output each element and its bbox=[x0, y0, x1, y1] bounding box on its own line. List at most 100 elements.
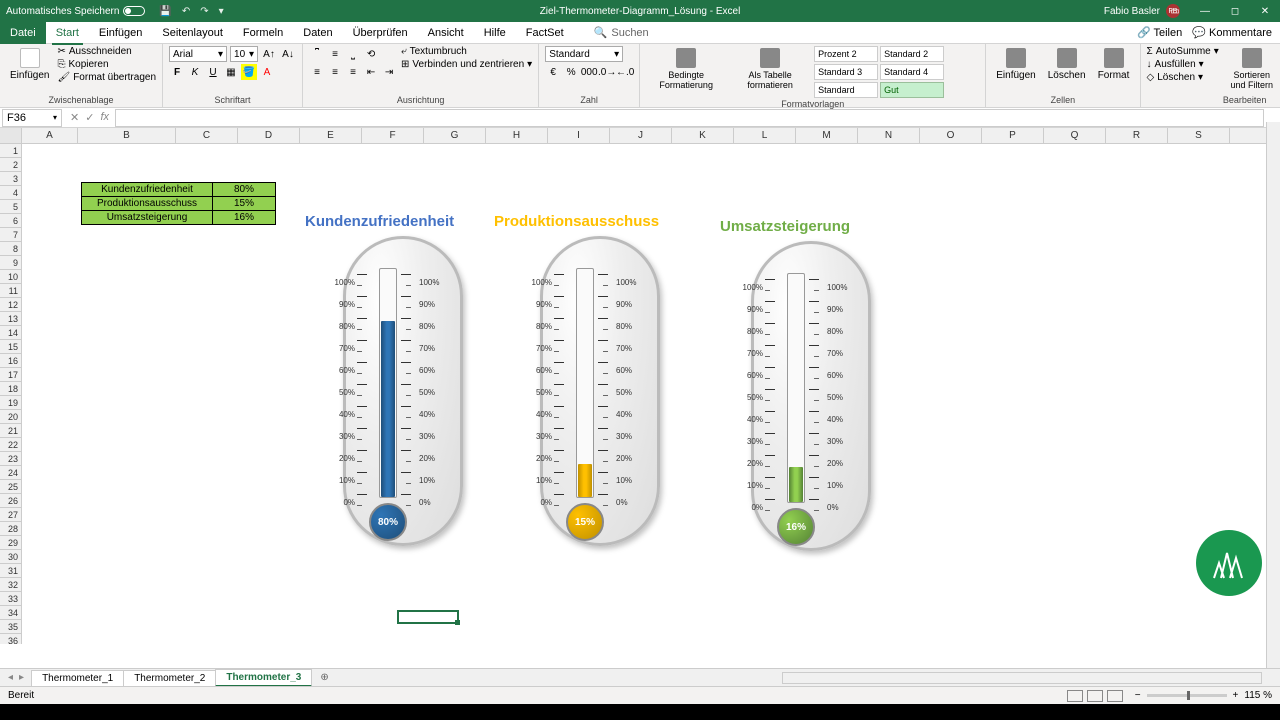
zoom-in-icon[interactable]: + bbox=[1233, 690, 1239, 701]
zoom-level[interactable]: 115 % bbox=[1244, 690, 1272, 701]
table-cell[interactable]: Produktionsausschuss bbox=[82, 197, 213, 211]
style-percent2[interactable]: Prozent 2 bbox=[814, 46, 878, 62]
paste-button[interactable]: Einfügen bbox=[6, 46, 53, 83]
row-header[interactable]: 7 bbox=[0, 228, 22, 242]
horizontal-scrollbar[interactable] bbox=[337, 672, 1280, 684]
cut-button[interactable]: ✂ Ausschneiden bbox=[57, 46, 156, 57]
row-header[interactable]: 22 bbox=[0, 438, 22, 452]
row-header[interactable]: 6 bbox=[0, 214, 22, 228]
style-standard[interactable]: Standard bbox=[814, 82, 878, 98]
tab-help[interactable]: Hilfe bbox=[474, 22, 516, 44]
column-header[interactable]: N bbox=[858, 128, 920, 143]
tab-insert[interactable]: Einfügen bbox=[89, 22, 152, 44]
bold-button[interactable]: F bbox=[169, 64, 185, 80]
column-header[interactable]: D bbox=[238, 128, 300, 143]
cell-styles-gallery[interactable]: Prozent 2 Standard 2 Standard 3 Standard… bbox=[814, 46, 979, 98]
align-left-icon[interactable]: ≡ bbox=[309, 64, 325, 80]
undo-icon[interactable]: ↶ bbox=[182, 6, 190, 17]
cond-format-button[interactable]: Bedingte Formatierung bbox=[646, 46, 726, 92]
formula-input[interactable] bbox=[115, 109, 1264, 127]
row-header[interactable]: 3 bbox=[0, 172, 22, 186]
column-header[interactable]: G bbox=[424, 128, 486, 143]
align-top-icon[interactable]: ⎴ bbox=[309, 46, 325, 62]
column-header[interactable]: F bbox=[362, 128, 424, 143]
font-size-select[interactable]: 10▾ bbox=[230, 46, 258, 62]
underline-button[interactable]: U bbox=[205, 64, 221, 80]
row-header[interactable]: 10 bbox=[0, 270, 22, 284]
indent-inc-icon[interactable]: ⇥ bbox=[381, 64, 397, 80]
row-header[interactable]: 8 bbox=[0, 242, 22, 256]
style-standard4[interactable]: Standard 4 bbox=[880, 64, 944, 80]
cancel-formula-icon[interactable]: ✕ bbox=[70, 111, 79, 124]
number-format-select[interactable]: Standard▾ bbox=[545, 46, 623, 62]
wrap-text-button[interactable]: ⤶ Textumbruch bbox=[401, 46, 532, 57]
sheet-tab-active[interactable]: Thermometer_3 bbox=[215, 669, 312, 687]
font-color-button[interactable]: A bbox=[259, 64, 275, 80]
row-header[interactable]: 18 bbox=[0, 382, 22, 396]
table-cell[interactable]: 15% bbox=[213, 197, 275, 211]
column-header[interactable]: B bbox=[78, 128, 176, 143]
tell-me-search[interactable]: 🔍 Suchen bbox=[594, 26, 649, 39]
align-middle-icon[interactable]: ≡ bbox=[327, 46, 343, 62]
column-header[interactable]: H bbox=[486, 128, 548, 143]
tab-factset[interactable]: FactSet bbox=[516, 22, 574, 44]
ribbon-options-icon[interactable]: ▭ bbox=[1160, 0, 1190, 22]
row-header[interactable]: 28 bbox=[0, 522, 22, 536]
format-cells-button[interactable]: Format bbox=[1094, 46, 1134, 83]
tab-file[interactable]: Datei bbox=[0, 22, 46, 44]
tab-review[interactable]: Überprüfen bbox=[343, 22, 418, 44]
zoom-out-icon[interactable]: − bbox=[1135, 690, 1141, 701]
row-header[interactable]: 33 bbox=[0, 592, 22, 606]
comma-icon[interactable]: 000 bbox=[581, 64, 597, 80]
row-header[interactable]: 12 bbox=[0, 298, 22, 312]
table-cell[interactable]: 16% bbox=[213, 211, 275, 224]
row-header[interactable]: 15 bbox=[0, 340, 22, 354]
row-header[interactable]: 24 bbox=[0, 466, 22, 480]
column-header[interactable]: E bbox=[300, 128, 362, 143]
column-header[interactable]: A bbox=[22, 128, 78, 143]
row-header[interactable]: 20 bbox=[0, 410, 22, 424]
sheet-tab[interactable]: Thermometer_1 bbox=[31, 670, 124, 686]
fx-icon[interactable]: fx bbox=[100, 111, 109, 124]
row-header[interactable]: 27 bbox=[0, 508, 22, 522]
minimize-icon[interactable]: — bbox=[1190, 0, 1220, 22]
insert-cells-button[interactable]: Einfügen bbox=[992, 46, 1039, 83]
share-button[interactable]: 🔗 Teilen bbox=[1137, 26, 1182, 39]
orientation-icon[interactable]: ⟲ bbox=[363, 46, 379, 62]
merge-button[interactable]: ⊞ Verbinden und zentrieren ▾ bbox=[401, 59, 532, 70]
column-header[interactable]: M bbox=[796, 128, 858, 143]
style-standard2[interactable]: Standard 2 bbox=[880, 46, 944, 62]
autosum-button[interactable]: Σ AutoSumme ▾ bbox=[1147, 46, 1219, 57]
row-header[interactable]: 23 bbox=[0, 452, 22, 466]
font-name-select[interactable]: Arial▾ bbox=[169, 46, 227, 62]
column-header[interactable]: L bbox=[734, 128, 796, 143]
sheet-nav-first-icon[interactable]: ◂ bbox=[8, 672, 13, 683]
tab-home[interactable]: Start bbox=[46, 22, 89, 44]
row-header[interactable]: 16 bbox=[0, 354, 22, 368]
worksheet-grid[interactable]: ABCDEFGHIJKLMNOPQRS 12345678910111213141… bbox=[0, 128, 1280, 644]
style-standard3[interactable]: Standard 3 bbox=[814, 64, 878, 80]
column-header[interactable]: J bbox=[610, 128, 672, 143]
copy-button[interactable]: ⎘ Kopieren bbox=[57, 59, 156, 70]
row-header[interactable]: 4 bbox=[0, 186, 22, 200]
row-header[interactable]: 13 bbox=[0, 312, 22, 326]
fill-color-button[interactable]: 🪣 bbox=[241, 64, 257, 80]
row-header[interactable]: 25 bbox=[0, 480, 22, 494]
align-bottom-icon[interactable]: ⎵ bbox=[345, 46, 361, 62]
column-header[interactable]: R bbox=[1106, 128, 1168, 143]
tab-formulas[interactable]: Formeln bbox=[233, 22, 293, 44]
italic-button[interactable]: K bbox=[187, 64, 203, 80]
redo-icon[interactable]: ↷ bbox=[200, 6, 208, 17]
maximize-icon[interactable]: ◻ bbox=[1220, 0, 1250, 22]
row-header[interactable]: 5 bbox=[0, 200, 22, 214]
row-header[interactable]: 2 bbox=[0, 158, 22, 172]
name-box[interactable]: F36▾ bbox=[2, 109, 62, 127]
style-gut[interactable]: Gut bbox=[880, 82, 944, 98]
row-header[interactable]: 34 bbox=[0, 606, 22, 620]
vertical-scrollbar[interactable] bbox=[1266, 122, 1280, 668]
column-header[interactable]: O bbox=[920, 128, 982, 143]
row-header[interactable]: 9 bbox=[0, 256, 22, 270]
view-layout-icon[interactable] bbox=[1087, 690, 1103, 702]
row-header[interactable]: 14 bbox=[0, 326, 22, 340]
autosave-toggle[interactable]: Automatisches Speichern bbox=[0, 6, 151, 17]
